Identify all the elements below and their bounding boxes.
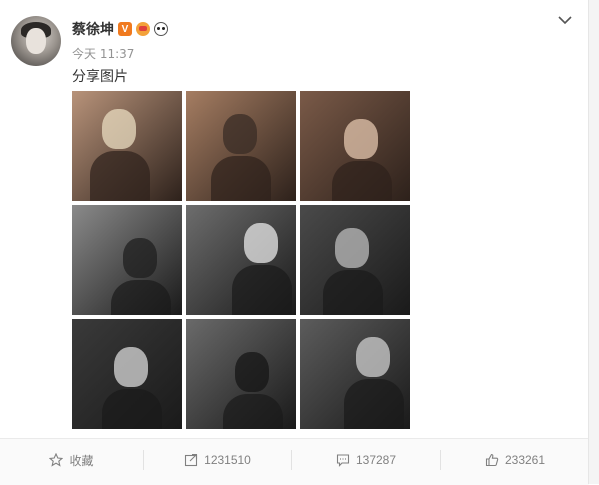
photo-subject <box>335 228 369 268</box>
weibo-post-card: 蔡徐坤 V 今天 11:37 分享图片 收藏 1231510 137287 23… <box>0 0 589 485</box>
photo-subject <box>223 114 257 154</box>
photo-grid <box>72 91 410 429</box>
verified-badge-icon[interactable]: V <box>118 22 132 36</box>
photo-8[interactable] <box>186 319 296 429</box>
repost-count: 1231510 <box>204 453 251 467</box>
photo-subject-body <box>323 270 383 315</box>
thumbs-up-icon <box>485 453 499 467</box>
photo-subject-body <box>211 156 271 201</box>
like-count: 233261 <box>504 453 546 467</box>
photo-subject <box>114 347 148 387</box>
photo-subject <box>356 337 390 377</box>
author-name[interactable]: 蔡徐坤 <box>72 19 114 39</box>
like-button[interactable]: 233261 <box>441 439 589 481</box>
star-icon <box>49 453 64 467</box>
author-row: 蔡徐坤 V <box>72 19 168 39</box>
favorite-label: 收藏 <box>69 453 94 468</box>
photo-2[interactable] <box>186 91 296 201</box>
photo-6[interactable] <box>300 205 410 315</box>
photo-subject <box>102 109 136 149</box>
panda-badge-icon[interactable] <box>154 22 168 36</box>
member-badge-icon[interactable] <box>136 22 150 36</box>
photo-subject-body <box>111 280 171 315</box>
scrollbar[interactable] <box>588 0 599 484</box>
repost-icon <box>185 453 198 467</box>
photo-subject <box>344 119 378 159</box>
photo-subject-body <box>344 379 404 429</box>
photo-subject <box>123 238 157 278</box>
comment-count: 137287 <box>355 453 397 467</box>
photo-subject-body <box>332 161 392 201</box>
action-bar: 收藏 1231510 137287 233261 <box>0 438 589 485</box>
photo-subject-body <box>102 389 162 429</box>
photo-subject-body <box>223 394 283 429</box>
repost-button[interactable]: 1231510 <box>144 439 291 481</box>
avatar[interactable] <box>11 16 61 66</box>
photo-4[interactable] <box>72 205 182 315</box>
favorite-button[interactable]: 收藏 <box>0 439 143 481</box>
photo-subject-body <box>232 265 292 315</box>
post-time[interactable]: 今天 11:37 <box>72 45 134 62</box>
comment-button[interactable]: 137287 <box>292 439 440 481</box>
post-text: 分享图片 <box>72 69 128 85</box>
photo-9[interactable] <box>300 319 410 429</box>
photo-5[interactable] <box>186 205 296 315</box>
photo-7[interactable] <box>72 319 182 429</box>
comment-icon <box>336 454 350 467</box>
photo-subject <box>235 352 269 392</box>
avatar-face <box>26 28 46 54</box>
photo-1[interactable] <box>72 91 182 201</box>
photo-3[interactable] <box>300 91 410 201</box>
photo-subject <box>244 223 278 263</box>
chevron-down-icon[interactable] <box>555 12 575 28</box>
photo-subject-body <box>90 151 150 201</box>
